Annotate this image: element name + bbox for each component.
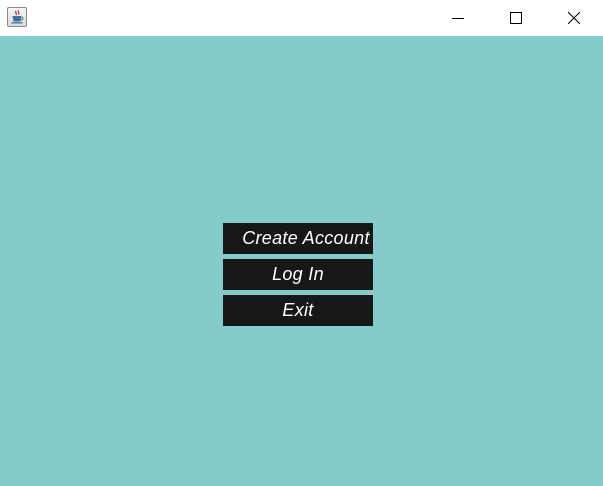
close-icon <box>568 12 580 24</box>
minimize-icon <box>452 18 464 19</box>
java-cup-icon <box>7 7 27 27</box>
window-titlebar <box>0 0 603 36</box>
exit-button[interactable]: Exit <box>223 295 373 326</box>
main-panel: Create Account Log In Exit <box>0 36 603 486</box>
minimize-button[interactable] <box>429 0 487 36</box>
create-account-button[interactable]: Create Account <box>223 223 373 254</box>
maximize-icon <box>510 12 522 24</box>
close-button[interactable] <box>545 0 603 36</box>
maximize-button[interactable] <box>487 0 545 36</box>
log-in-button[interactable]: Log In <box>223 259 373 290</box>
